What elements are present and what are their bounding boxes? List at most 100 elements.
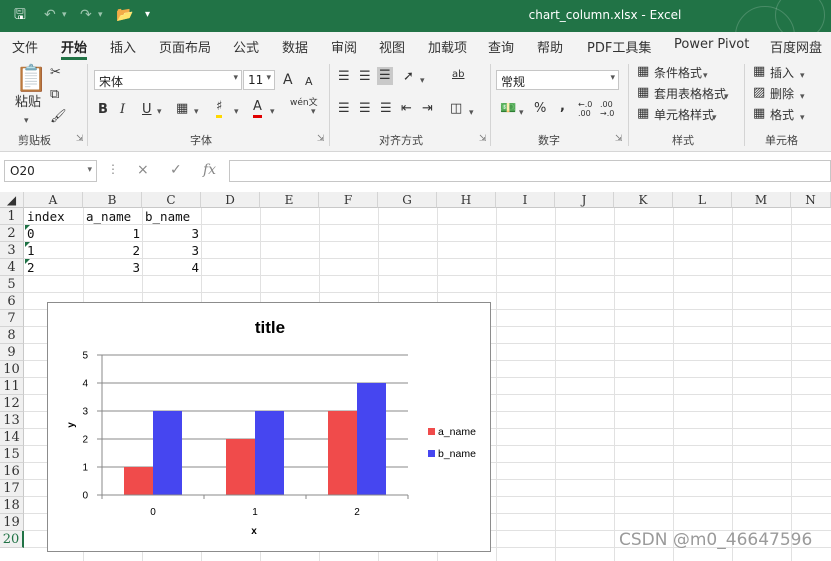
cell-c1[interactable]: b_name — [145, 208, 200, 225]
align-center-icon[interactable]: ☰ — [359, 100, 371, 118]
cut-icon[interactable]: ✂ — [50, 64, 61, 82]
phonetic-dropdown-icon[interactable]: ▾ — [311, 103, 316, 121]
delete-cells-icon[interactable]: ▨ — [753, 84, 765, 102]
borders-icon[interactable]: ▦ — [176, 100, 188, 118]
row-header[interactable]: 13 — [0, 412, 24, 429]
cell-a1[interactable]: index — [27, 208, 82, 225]
delete-cells-button[interactable]: 删除 — [770, 85, 794, 103]
align-top-icon[interactable]: ☰ — [338, 68, 350, 86]
wrap-text-button[interactable]: ab — [452, 66, 464, 84]
column-header[interactable]: J — [555, 192, 614, 208]
font-color-icon[interactable]: A — [253, 99, 262, 118]
select-all-corner[interactable]: ◢ — [0, 192, 24, 208]
font-launcher-icon[interactable]: ⇲ — [317, 134, 325, 144]
format-table-dropdown-icon[interactable]: ▾ — [724, 88, 729, 106]
insert-cells-icon[interactable]: ▦ — [753, 63, 765, 81]
cell-c3[interactable]: 3 — [143, 242, 199, 259]
row-header[interactable]: 8 — [0, 327, 24, 344]
column-header[interactable]: C — [142, 192, 201, 208]
row-header[interactable]: 16 — [0, 463, 24, 480]
confirm-entry-button[interactable]: ✓ — [170, 162, 182, 178]
tab-page-layout[interactable]: 页面布局 — [159, 37, 211, 56]
number-launcher-icon[interactable]: ⇲ — [615, 134, 623, 144]
tab-formulas[interactable]: 公式 — [233, 37, 259, 56]
cell-a3[interactable]: 1 — [27, 242, 82, 259]
cell-b2[interactable]: 1 — [84, 225, 140, 242]
cell-styles-button[interactable]: 单元格样式 — [654, 106, 714, 124]
accounting-dropdown-icon[interactable]: ▾ — [519, 104, 524, 122]
clipboard-launcher-icon[interactable]: ⇲ — [76, 134, 84, 144]
cell-c4[interactable]: 4 — [143, 259, 199, 276]
row-header[interactable]: 5 — [0, 276, 24, 293]
row-header[interactable]: 1 — [0, 208, 24, 225]
font-color-dropdown-icon[interactable]: ▾ — [270, 103, 275, 121]
underline-button[interactable]: U — [142, 101, 152, 119]
align-right-icon[interactable]: ☰ — [380, 100, 392, 118]
shrink-font-button[interactable]: A — [305, 73, 313, 91]
align-bottom-icon[interactable]: ☰ — [377, 67, 393, 85]
column-header[interactable]: A — [24, 192, 83, 208]
phonetic-guide-button[interactable]: wén文 — [290, 98, 318, 108]
row-header[interactable]: 18 — [0, 497, 24, 514]
copy-icon[interactable]: ⧉ — [50, 86, 59, 104]
comma-style-button[interactable]: , — [560, 98, 565, 116]
align-left-icon[interactable]: ☰ — [338, 100, 350, 118]
cancel-entry-button[interactable]: × — [137, 162, 149, 178]
column-header[interactable]: I — [496, 192, 555, 208]
orientation-icon[interactable]: ➚ — [403, 68, 414, 86]
row-header[interactable]: 17 — [0, 480, 24, 497]
worksheet-grid[interactable]: ◢ A B C D E F G H I J K L M N 1 2 3 4 5 … — [0, 192, 831, 561]
tab-query[interactable]: 查询 — [488, 37, 514, 56]
column-header[interactable]: K — [614, 192, 673, 208]
row-header[interactable]: 15 — [0, 446, 24, 463]
row-header[interactable]: 10 — [0, 361, 24, 378]
merge-dropdown-icon[interactable]: ▾ — [469, 104, 474, 122]
row-header[interactable]: 12 — [0, 395, 24, 412]
tab-help[interactable]: 帮助 — [537, 37, 563, 56]
number-format-select[interactable]: 常规 ▾ — [496, 70, 619, 90]
paste-dropdown-icon[interactable]: ▾ — [24, 112, 29, 130]
increase-decimal-icon[interactable]: ←.0.00 — [578, 100, 592, 118]
cell-a2[interactable]: 0 — [27, 225, 82, 242]
bold-button[interactable]: B — [98, 101, 108, 119]
delete-dropdown-icon[interactable]: ▾ — [800, 88, 805, 106]
fill-color-dropdown-icon[interactable]: ▾ — [234, 103, 239, 121]
alignment-launcher-icon[interactable]: ⇲ — [479, 134, 487, 144]
row-header[interactable]: 11 — [0, 378, 24, 395]
accounting-format-icon[interactable]: 💵 — [500, 100, 516, 118]
grow-font-button[interactable]: A — [283, 71, 293, 89]
tab-power-pivot[interactable]: Power Pivot — [674, 37, 749, 52]
row-header[interactable]: 3 — [0, 242, 24, 259]
row-header[interactable]: 2 — [0, 225, 24, 242]
tab-pdf-tools[interactable]: PDF工具集 — [587, 37, 651, 56]
column-header[interactable]: F — [319, 192, 378, 208]
conditional-formatting-button[interactable]: 条件格式 — [654, 64, 702, 82]
row-header[interactable]: 9 — [0, 344, 24, 361]
insert-dropdown-icon[interactable]: ▾ — [800, 67, 805, 85]
align-middle-icon[interactable]: ☰ — [359, 68, 371, 86]
cell-styles-icon[interactable]: ▦ — [637, 105, 649, 123]
column-header[interactable]: M — [732, 192, 791, 208]
tab-file[interactable]: 文件 — [12, 37, 38, 56]
formula-input[interactable] — [229, 160, 831, 182]
format-dropdown-icon[interactable]: ▾ — [800, 109, 805, 127]
column-header[interactable]: N — [791, 192, 831, 208]
decrease-indent-icon[interactable]: ⇤ — [401, 100, 412, 118]
format-cells-icon[interactable]: ▦ — [753, 105, 765, 123]
row-header[interactable]: 6 — [0, 293, 24, 310]
cell-b1[interactable]: a_name — [86, 208, 141, 225]
borders-dropdown-icon[interactable]: ▾ — [194, 103, 199, 121]
paste-icon[interactable]: 📋 — [15, 64, 47, 94]
cell-styles-dropdown-icon[interactable]: ▾ — [712, 109, 717, 127]
embedded-chart[interactable]: title y x 0 1 2 3 4 5 0 1 2 a_name b_name — [47, 302, 491, 552]
column-header[interactable]: E — [260, 192, 319, 208]
paste-button[interactable]: 粘贴 — [15, 94, 41, 112]
row-header[interactable]: 19 — [0, 514, 24, 531]
percent-style-button[interactable]: % — [534, 100, 546, 118]
cell-a4[interactable]: 2 — [27, 259, 82, 276]
underline-dropdown-icon[interactable]: ▾ — [157, 103, 162, 121]
tab-insert[interactable]: 插入 — [110, 37, 136, 56]
merge-center-icon[interactable]: ◫ — [450, 100, 462, 118]
italic-button[interactable]: I — [120, 101, 125, 119]
font-size-select[interactable]: 11 ▾ — [243, 70, 275, 90]
